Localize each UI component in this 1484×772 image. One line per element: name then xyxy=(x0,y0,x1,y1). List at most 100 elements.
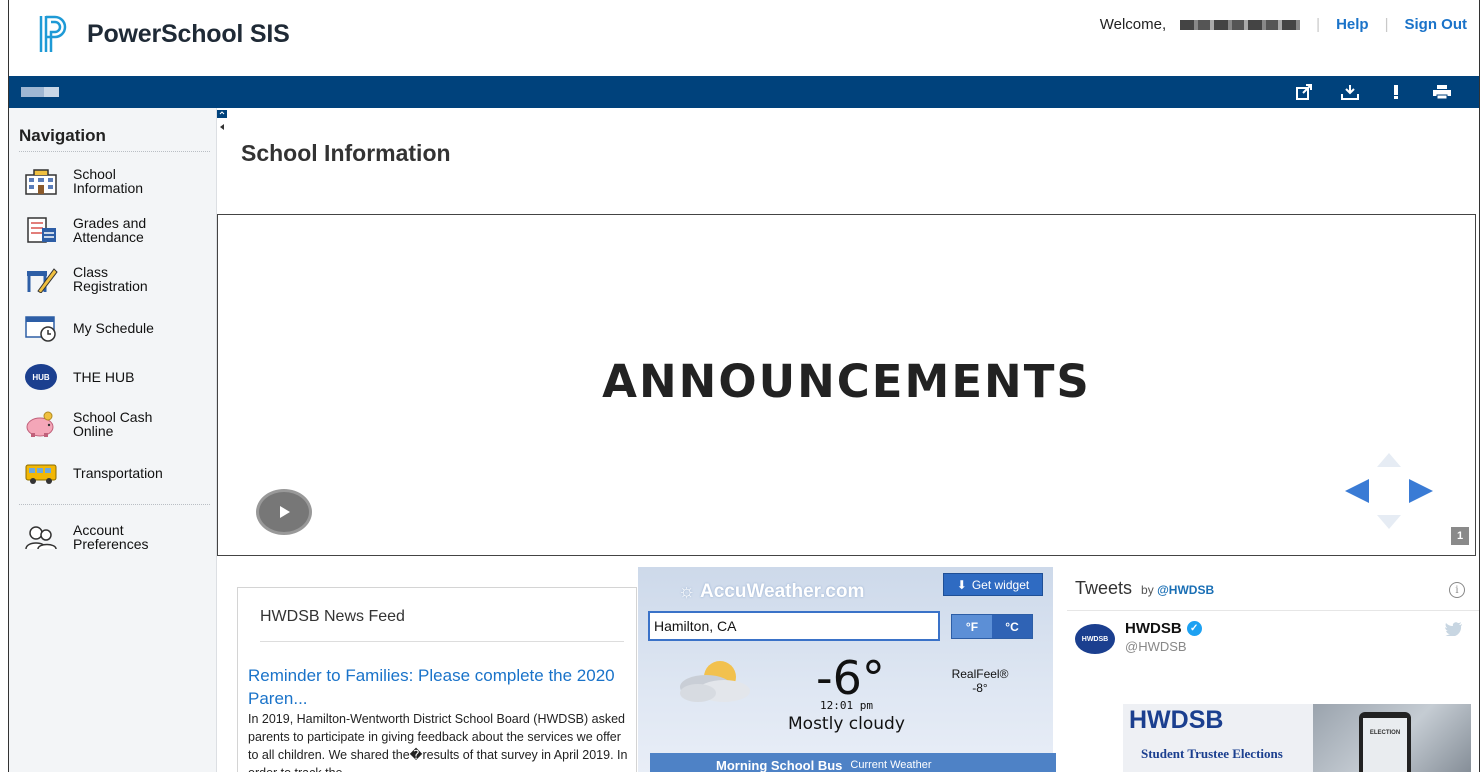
tweets-widget: Tweets by @HWDSB i HWDSB HWDSB ✓ @HWDSB … xyxy=(1067,568,1479,772)
play-button[interactable] xyxy=(256,489,312,535)
sidebar-item-grades-and-attendance[interactable]: Grades and Attendance xyxy=(23,215,183,245)
bus-subtitle: Current Weather xyxy=(850,759,932,771)
print-icon[interactable] xyxy=(1419,82,1465,102)
sign-out-link[interactable]: Sign Out xyxy=(1405,16,1468,33)
slide-number[interactable]: 1 xyxy=(1451,527,1469,545)
top-toolbar xyxy=(9,76,1479,108)
arrow-right-icon[interactable] xyxy=(1409,479,1433,503)
tweets-title: Tweets xyxy=(1075,578,1133,598)
gradebook-icon xyxy=(23,215,59,245)
card-image: ELECTION xyxy=(1313,704,1471,772)
announcements-slideshow: ANNOUNCEMENTS 1 xyxy=(217,214,1476,556)
sidebar-item-school-information[interactable]: School Information xyxy=(23,166,183,196)
tweets-by: by @HWDSB xyxy=(1141,583,1214,597)
temperature: -6° xyxy=(816,651,885,705)
slide-navigation-arrows[interactable] xyxy=(1343,451,1435,531)
school-bus-icon xyxy=(23,458,59,488)
verified-badge-icon: ✓ xyxy=(1186,621,1202,636)
sidebar-collapse-toggle[interactable] xyxy=(217,110,227,134)
mostly-cloudy-icon xyxy=(680,661,750,702)
tweets-by-label: by xyxy=(1141,583,1154,597)
sidebar: Navigation School Information Grades and… xyxy=(9,108,217,772)
sidebar-item-class-registration[interactable]: Class Registration xyxy=(23,264,183,294)
divider xyxy=(19,504,210,505)
divider xyxy=(260,641,624,642)
app-title: PowerSchool SIS xyxy=(87,19,290,48)
play-icon xyxy=(280,506,290,518)
breadcrumb-placeholder[interactable] xyxy=(21,87,59,97)
news-headline-link[interactable]: Reminder to Families: Please complete th… xyxy=(248,664,626,710)
sidebar-item-label: School Information xyxy=(73,166,144,196)
avatar[interactable]: HWDSB xyxy=(1075,624,1115,654)
card-subtitle: Student Trustee Elections xyxy=(1141,746,1283,761)
sidebar-item-label: Grades and Attendance xyxy=(73,215,147,245)
tweet-account-handle[interactable]: @HWDSB xyxy=(1125,639,1187,654)
weather-widget: ☼ AccuWeather.com ⬇ Get widget °F °C -6°… xyxy=(638,567,1056,772)
help-link[interactable]: Help xyxy=(1336,16,1369,33)
alert-icon[interactable] xyxy=(1373,82,1419,102)
info-icon[interactable]: i xyxy=(1449,582,1465,598)
tweet-account-name[interactable]: HWDSB ✓ xyxy=(1125,620,1202,637)
sidebar-item-transportation[interactable]: Transportation xyxy=(23,458,183,488)
news-body-text: In 2019, Hamilton-Wentworth District Sch… xyxy=(248,712,628,772)
get-widget-label: Get widget xyxy=(971,577,1030,592)
sidebar-item-label: School Cash Online xyxy=(73,409,153,439)
tweets-handle-link[interactable]: @HWDSB xyxy=(1157,583,1214,597)
sidebar-item-label: THE HUB xyxy=(73,369,135,385)
get-widget-button[interactable]: ⬇ Get widget xyxy=(943,573,1043,596)
twitter-bird-icon[interactable] xyxy=(1445,622,1463,636)
welcome-text: Welcome, xyxy=(1099,16,1167,33)
tweets-header: Tweets by @HWDSB xyxy=(1075,578,1214,599)
page-title: School Information xyxy=(241,140,451,166)
sidebar-item-label: Account Preferences xyxy=(73,522,149,552)
desk-pencil-icon xyxy=(23,264,59,294)
morning-school-bus-tab[interactable]: Morning School Bus Current Weather xyxy=(650,753,1056,772)
unit-toggle: °F °C xyxy=(951,614,1033,639)
divider xyxy=(19,151,210,152)
sidebar-item-label: Class Registration xyxy=(73,264,148,294)
hub-badge: HUB xyxy=(25,364,57,390)
sidebar-item-my-schedule[interactable]: My Schedule xyxy=(23,313,183,343)
realfeel-label: RealFeel® xyxy=(951,667,1009,681)
phone-screen-text: ELECTION xyxy=(1363,718,1407,772)
hub-logo-icon: HUB xyxy=(23,362,59,392)
toolbar-icons xyxy=(1281,82,1465,102)
navigation-title: Navigation xyxy=(19,126,106,145)
redacted-username xyxy=(1180,19,1301,30)
weather-condition: Mostly cloudy xyxy=(788,714,905,734)
celsius-button[interactable]: °C xyxy=(992,615,1032,638)
powerschool-logo[interactable]: PowerSchool SIS xyxy=(37,14,290,54)
school-building-icon xyxy=(23,166,59,196)
sidebar-item-the-hub[interactable]: HUB THE HUB xyxy=(23,362,183,392)
divider xyxy=(1067,610,1479,611)
phone-illustration: ELECTION xyxy=(1359,712,1411,772)
separator: | xyxy=(1316,16,1321,33)
city-input[interactable] xyxy=(648,611,940,641)
users-gear-icon xyxy=(23,522,59,552)
bus-title: Morning School Bus xyxy=(716,757,843,772)
header: PowerSchool SIS Welcome, | Help | Sign O… xyxy=(9,0,1479,76)
download-icon: ⬇ xyxy=(956,577,967,592)
external-link-icon[interactable] xyxy=(1281,82,1327,102)
arrow-down-icon[interactable] xyxy=(1377,515,1401,529)
realfeel: RealFeel® -8° xyxy=(950,667,1010,695)
arrow-up-icon[interactable] xyxy=(1377,453,1401,467)
observation-time: 12:01 pm xyxy=(820,699,873,712)
accuweather-brand: AccuWeather.com xyxy=(700,581,865,602)
accuweather-logo[interactable]: ☼ AccuWeather.com xyxy=(678,581,864,603)
news-feed-widget: HWDSB News Feed Reminder to Families: Pl… xyxy=(237,587,637,772)
announcements-title: ANNOUNCEMENTS xyxy=(602,355,1091,408)
card-title: HWDSB xyxy=(1129,706,1224,734)
powerschool-p-icon xyxy=(39,15,67,52)
sidebar-item-label: Transportation xyxy=(73,465,163,481)
fahrenheit-button[interactable]: °F xyxy=(952,615,992,638)
arrow-left-icon[interactable] xyxy=(1345,479,1369,503)
sidebar-item-account-preferences[interactable]: Account Preferences xyxy=(23,522,183,552)
sidebar-item-school-cash-online[interactable]: School Cash Online xyxy=(23,409,183,439)
account-name: HWDSB xyxy=(1125,620,1182,637)
separator: | xyxy=(1384,16,1389,33)
download-icon[interactable] xyxy=(1327,82,1373,102)
tweet-media-card[interactable]: HWDSB Student Trustee Elections ELECTION xyxy=(1123,704,1471,772)
app-window: PowerSchool SIS Welcome, | Help | Sign O… xyxy=(8,0,1480,772)
sun-logo-icon: ☼ xyxy=(678,581,696,602)
